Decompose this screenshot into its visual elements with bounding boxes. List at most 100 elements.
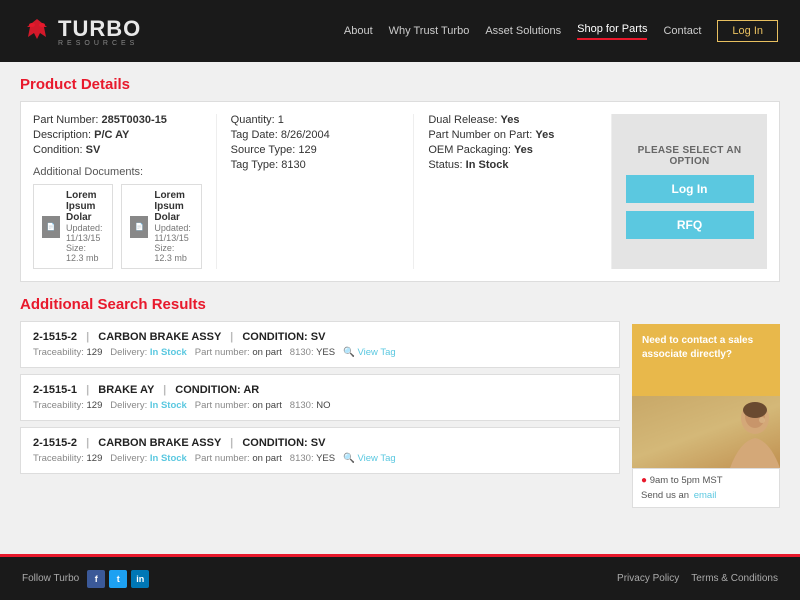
result3-sep1: | bbox=[86, 437, 89, 449]
doc-items: 📄 Lorem Ipsum Dolar Updated: 11/13/15 Si… bbox=[33, 184, 202, 269]
result2-name: BRAKE AY bbox=[98, 384, 154, 396]
result1-title: 2-1515-2 | CARBON BRAKE ASSY | CONDITION… bbox=[33, 331, 607, 343]
result3-title: 2-1515-2 | CARBON BRAKE ASSY | CONDITION… bbox=[33, 437, 607, 449]
contact-photo bbox=[632, 396, 780, 468]
doc1-name: Lorem Ipsum Dolar bbox=[66, 190, 104, 223]
tag-type-value: 8130 bbox=[281, 159, 305, 171]
additional-docs-label: Additional Documents: bbox=[33, 166, 202, 178]
result-item-3[interactable]: 2-1515-2 | CARBON BRAKE ASSY | CONDITION… bbox=[20, 427, 620, 474]
result3-partnumber: on part bbox=[252, 453, 282, 464]
doc2-info: Lorem Ipsum Dolar Updated: 11/13/15 Size… bbox=[154, 190, 192, 263]
part-on-part-value: Yes bbox=[535, 129, 554, 141]
doc2-name: Lorem Ipsum Dolar bbox=[154, 190, 192, 223]
oem-packaging-label: OEM Packaging: bbox=[428, 144, 511, 156]
nav-contact[interactable]: Contact bbox=[663, 25, 701, 37]
contact-hours-box: ● 9am to 5pm MST Send us an email bbox=[632, 468, 780, 508]
product-details-section: Product Details Part Number: 285T0030-15… bbox=[20, 76, 780, 282]
result2-traceability: 129 bbox=[87, 400, 103, 411]
result1-part: 2-1515-2 bbox=[33, 331, 77, 343]
dual-release-value: Yes bbox=[501, 114, 520, 126]
quantity-label: Quantity: bbox=[231, 114, 275, 126]
source-type-label: Source Type: bbox=[231, 144, 296, 156]
result1-meta: Traceability: 129 Delivery: In Stock Par… bbox=[33, 347, 607, 358]
part-number-value: 285T0030-15 bbox=[101, 114, 166, 126]
result2-title: 2-1515-1 | BRAKE AY | CONDITION: AR bbox=[33, 384, 607, 396]
result2-sep2: | bbox=[163, 384, 166, 396]
doc1-meta: Updated: 11/13/15 Size: 12.3 mb bbox=[66, 223, 104, 263]
twitter-icon[interactable]: t bbox=[109, 570, 127, 588]
panel-rfq-button[interactable]: RFQ bbox=[626, 211, 754, 239]
result1-8130: YES bbox=[316, 347, 335, 358]
description-value: P/C AY bbox=[94, 129, 129, 141]
product-info-right: Dual Release: Yes Part Number on Part: Y… bbox=[414, 114, 612, 269]
product-info-left: Part Number: 285T0030-15 Description: P/… bbox=[33, 114, 217, 269]
navigation: About Why Trust Turbo Asset Solutions Sh… bbox=[344, 20, 778, 42]
result1-view-tag[interactable]: View Tag bbox=[357, 347, 395, 358]
result3-condition: CONDITION: SV bbox=[242, 437, 325, 449]
result3-view-tag[interactable]: View Tag bbox=[357, 453, 395, 464]
nav-why-trust[interactable]: Why Trust Turbo bbox=[389, 25, 470, 37]
terms-link[interactable]: Terms & Conditions bbox=[691, 573, 778, 584]
panel-login-button[interactable]: Log In bbox=[626, 175, 754, 203]
contact-message: Need to contact a sales associate direct… bbox=[642, 335, 753, 360]
nav-about[interactable]: About bbox=[344, 25, 373, 37]
result3-meta: Traceability: 129 Delivery: In Stock Par… bbox=[33, 453, 607, 464]
result-item-2[interactable]: 2-1515-1 | BRAKE AY | CONDITION: AR Trac… bbox=[20, 374, 620, 421]
result-item-1[interactable]: 2-1515-2 | CARBON BRAKE ASSY | CONDITION… bbox=[20, 321, 620, 368]
linkedin-icon[interactable]: in bbox=[131, 570, 149, 588]
result2-sep1: | bbox=[86, 384, 89, 396]
follow-area: Follow Turbo f t in bbox=[22, 570, 149, 588]
product-details-title: Product Details bbox=[20, 76, 780, 93]
select-option-panel: PLEASE SELECT AN OPTION Log In RFQ bbox=[612, 114, 767, 269]
hours-dot: ● bbox=[641, 475, 647, 486]
result2-part: 2-1515-1 bbox=[33, 384, 77, 396]
additional-search-title: Additional Search Results bbox=[20, 296, 620, 313]
logo-resources: RESOURCES bbox=[58, 40, 141, 47]
oem-packaging-value: Yes bbox=[514, 144, 533, 156]
select-panel-title: PLEASE SELECT AN OPTION bbox=[622, 145, 757, 167]
results-column: Additional Search Results 2-1515-2 | CAR… bbox=[20, 296, 620, 508]
condition-value: SV bbox=[86, 144, 101, 156]
nav-shop-for-parts[interactable]: Shop for Parts bbox=[577, 23, 647, 40]
result3-sep2: | bbox=[230, 437, 233, 449]
logo: TURBO RESOURCES bbox=[22, 16, 141, 47]
result3-traceability: 129 bbox=[87, 453, 103, 464]
nav-asset-solutions[interactable]: Asset Solutions bbox=[485, 25, 561, 37]
result2-meta: Traceability: 129 Delivery: In Stock Par… bbox=[33, 400, 607, 411]
doc-item-1[interactable]: 📄 Lorem Ipsum Dolar Updated: 11/13/15 Si… bbox=[33, 184, 113, 269]
search-icon-1: 🔍 bbox=[343, 347, 355, 358]
result1-delivery: In Stock bbox=[150, 347, 187, 358]
tag-date-label: Tag Date: bbox=[231, 129, 278, 141]
main-content: Product Details Part Number: 285T0030-15… bbox=[0, 62, 800, 554]
result2-delivery: In Stock bbox=[150, 400, 187, 411]
contact-message-box: Need to contact a sales associate direct… bbox=[632, 324, 780, 396]
additional-search-section: Additional Search Results 2-1515-2 | CAR… bbox=[20, 296, 780, 508]
contact-panel: Need to contact a sales associate direct… bbox=[632, 324, 780, 508]
condition-field: Condition: SV bbox=[33, 144, 202, 156]
result1-traceability: 129 bbox=[87, 347, 103, 358]
facebook-icon[interactable]: f bbox=[87, 570, 105, 588]
source-type-value: 129 bbox=[298, 144, 316, 156]
part-number-label: Part Number: bbox=[33, 114, 98, 126]
result3-delivery: In Stock bbox=[150, 453, 187, 464]
tag-type-label: Tag Type: bbox=[231, 159, 279, 171]
doc1-info: Lorem Ipsum Dolar Updated: 11/13/15 Size… bbox=[66, 190, 104, 263]
privacy-policy-link[interactable]: Privacy Policy bbox=[617, 573, 679, 584]
product-info-middle: Quantity: 1 Tag Date: 8/26/2004 Source T… bbox=[217, 114, 415, 269]
logo-turbo: TURBO bbox=[58, 16, 141, 42]
result3-part: 2-1515-2 bbox=[33, 437, 77, 449]
contact-email-link[interactable]: email bbox=[694, 490, 717, 501]
dual-release-label: Dual Release: bbox=[428, 114, 497, 126]
header-login-button[interactable]: Log In bbox=[717, 20, 778, 42]
result3-8130: YES bbox=[316, 453, 335, 464]
doc-item-2[interactable]: 📄 Lorem Ipsum Dolar Updated: 11/13/15 Si… bbox=[121, 184, 201, 269]
doc2-meta: Updated: 11/13/15 Size: 12.3 mb bbox=[154, 223, 192, 263]
part-on-part-label: Part Number on Part: bbox=[428, 129, 532, 141]
status-value: In Stock bbox=[466, 159, 509, 171]
logo-text-group: TURBO RESOURCES bbox=[58, 16, 141, 47]
send-us-text: Send us an bbox=[641, 490, 689, 501]
result2-condition: CONDITION: AR bbox=[175, 384, 259, 396]
status-label: Status: bbox=[428, 159, 462, 171]
result1-sep1: | bbox=[86, 331, 89, 343]
result1-condition: CONDITION: SV bbox=[242, 331, 325, 343]
